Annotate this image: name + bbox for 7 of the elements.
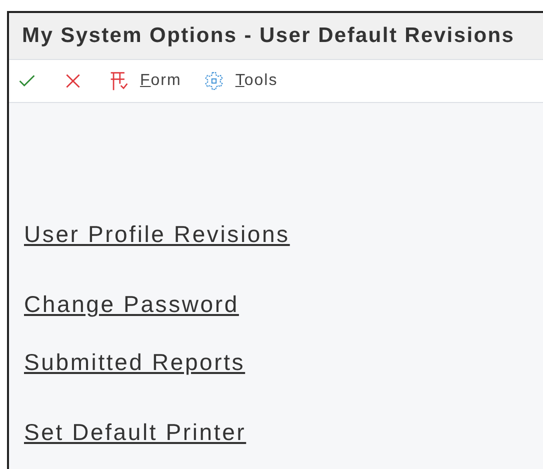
- window-title: My System Options - User Default Revisions: [22, 24, 515, 48]
- option-link[interactable]: Change Password: [24, 291, 239, 317]
- form-menu-button[interactable]: Form: [140, 72, 182, 90]
- option-link[interactable]: Submitted Reports: [24, 349, 246, 375]
- option-link[interactable]: User Profile Revisions: [24, 221, 290, 247]
- option-link[interactable]: Set Default Printer: [24, 419, 246, 445]
- tools-menu-button[interactable]: Tools: [235, 72, 278, 90]
